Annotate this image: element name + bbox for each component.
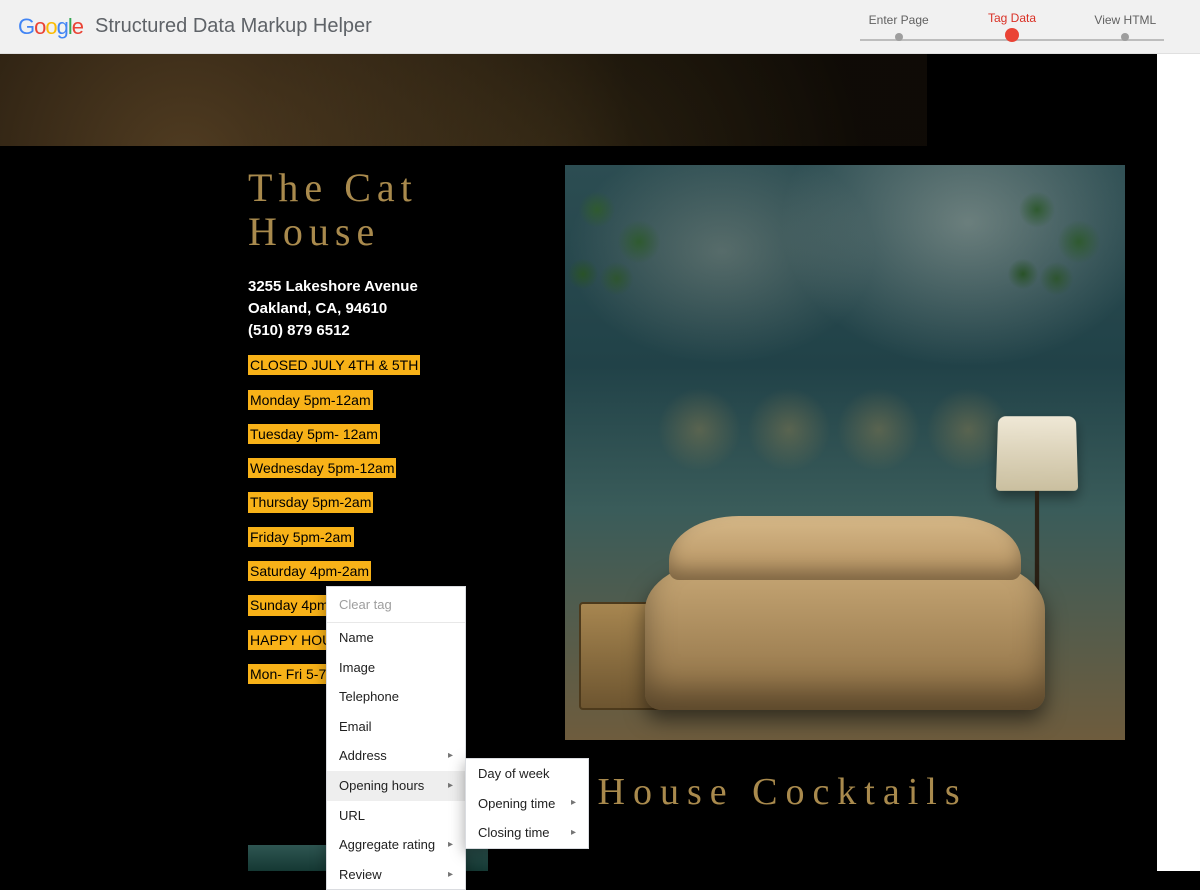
- tag-context-menu: Clear tag Name Image Telephone Email Add…: [326, 586, 466, 890]
- lamp-decor: [996, 416, 1078, 491]
- hours-thursday-highlighted[interactable]: Thursday 5pm-2am: [248, 492, 373, 512]
- plant-decor: [565, 165, 695, 389]
- section-heading-cocktails[interactable]: d House Cocktails: [553, 770, 968, 814]
- phone[interactable]: (510) 879 6512: [248, 320, 548, 342]
- google-logo: Google: [18, 14, 83, 40]
- hero-banner: [0, 54, 927, 146]
- side-panel: [1157, 54, 1200, 871]
- chevron-right-icon: ▸: [448, 780, 453, 792]
- address-line-2[interactable]: Oakland, CA, 94610: [248, 298, 548, 320]
- progress-stepper: Enter Page Tag Data View HTML: [842, 11, 1182, 42]
- step-dot: [1121, 33, 1129, 41]
- app-header: Google Structured Data Markup Helper Ent…: [0, 0, 1200, 54]
- hours-saturday-highlighted[interactable]: Saturday 4pm-2am: [248, 561, 371, 581]
- chevron-right-icon: ▸: [571, 797, 576, 809]
- step-label: View HTML: [1094, 13, 1156, 27]
- menu-item-review[interactable]: Review ▸: [327, 860, 465, 890]
- menu-item-label: Day of week: [478, 766, 550, 782]
- menu-item-email[interactable]: Email: [327, 712, 465, 742]
- step-view-html[interactable]: View HTML: [1069, 13, 1182, 41]
- menu-item-label: Opening time: [478, 796, 555, 812]
- menu-item-image[interactable]: Image: [327, 653, 465, 683]
- step-dot: [895, 33, 903, 41]
- business-name[interactable]: The Cat House: [248, 166, 548, 254]
- happy-hour-times-highlighted[interactable]: Mon- Fri 5-7: [248, 664, 328, 684]
- chevron-right-icon: ▸: [571, 827, 576, 839]
- closed-notice-highlighted[interactable]: CLOSED JULY 4TH & 5TH: [248, 355, 420, 375]
- menu-item-label: Review: [339, 867, 382, 883]
- opening-hours-submenu: Day of week Opening time ▸ Closing time …: [465, 758, 589, 849]
- plant-decor: [995, 165, 1125, 389]
- menu-item-label: URL: [339, 808, 365, 824]
- menu-item-label: Name: [339, 630, 374, 646]
- hours-tuesday-highlighted[interactable]: Tuesday 5pm- 12am: [248, 424, 380, 444]
- submenu-item-closing-time[interactable]: Closing time ▸: [466, 818, 588, 848]
- menu-item-label: Email: [339, 719, 372, 735]
- menu-clear-tag[interactable]: Clear tag: [327, 587, 465, 623]
- menu-item-opening-hours[interactable]: Opening hours ▸: [327, 771, 465, 801]
- chevron-right-icon: ▸: [448, 839, 453, 851]
- step-label: Enter Page: [869, 13, 929, 27]
- happy-hour-label-highlighted[interactable]: HAPPY HOU: [248, 630, 334, 650]
- menu-item-address[interactable]: Address ▸: [327, 741, 465, 771]
- hours-sunday-highlighted[interactable]: Sunday 4pm-: [248, 595, 335, 615]
- step-label: Tag Data: [988, 11, 1036, 25]
- step-dot: [1005, 28, 1019, 42]
- menu-item-label: Image: [339, 660, 375, 676]
- menu-item-label: Address: [339, 748, 387, 764]
- hours-monday-highlighted[interactable]: Monday 5pm-12am: [248, 390, 373, 410]
- address-line-1[interactable]: 3255 Lakeshore Avenue: [248, 276, 548, 298]
- chevron-right-icon: ▸: [448, 869, 453, 881]
- menu-item-label: Telephone: [339, 689, 399, 705]
- chevron-right-icon: ▸: [448, 750, 453, 762]
- interior-photo[interactable]: [565, 165, 1125, 740]
- app-title: Structured Data Markup Helper: [95, 15, 372, 38]
- step-enter-page[interactable]: Enter Page: [842, 13, 955, 41]
- menu-item-label: Closing time: [478, 825, 550, 841]
- hours-friday-highlighted[interactable]: Friday 5pm-2am: [248, 527, 354, 547]
- menu-item-label: Opening hours: [339, 778, 424, 794]
- step-tag-data[interactable]: Tag Data: [955, 11, 1068, 42]
- hours-wednesday-highlighted[interactable]: Wednesday 5pm-12am: [248, 458, 396, 478]
- menu-item-url[interactable]: URL: [327, 801, 465, 831]
- menu-item-label: Aggregate rating: [339, 837, 435, 853]
- menu-item-telephone[interactable]: Telephone: [327, 682, 465, 712]
- submenu-item-opening-time[interactable]: Opening time ▸: [466, 789, 588, 819]
- couch-decor: [645, 560, 1045, 710]
- submenu-item-day-of-week[interactable]: Day of week: [466, 759, 588, 789]
- menu-item-name[interactable]: Name: [327, 623, 465, 653]
- menu-item-aggregate-rating[interactable]: Aggregate rating ▸: [327, 830, 465, 860]
